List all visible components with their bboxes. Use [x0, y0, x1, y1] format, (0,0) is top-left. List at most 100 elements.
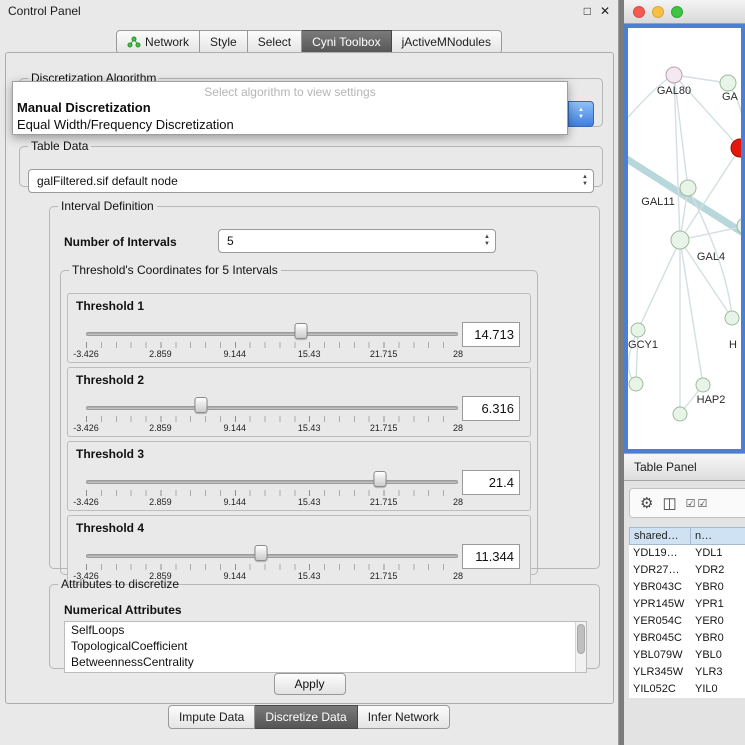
table-cell: YLR3 [691, 664, 745, 681]
tab-cyni-toolbox[interactable]: Cyni Toolbox [302, 30, 391, 54]
threshold-3-label: Threshold 3 [76, 447, 144, 461]
table-row[interactable]: YDR27…YDR2 [629, 562, 745, 579]
table-row[interactable]: YBL079WYBL0 [629, 647, 745, 664]
scrollbar-thumb[interactable] [577, 624, 585, 654]
tab-discretize-data[interactable]: Discretize Data [255, 705, 357, 729]
list-item[interactable]: TopologicalCoefficient [65, 638, 586, 654]
tab-jactivemnodules[interactable]: jActiveMNodules [392, 30, 502, 54]
apply-button[interactable]: Apply [273, 673, 345, 695]
threshold-1-value-field[interactable]: 14.713 [462, 322, 520, 347]
threshold-4-label: Threshold 4 [76, 521, 144, 535]
node-h[interactable] [725, 311, 739, 325]
slider-ticks [86, 342, 458, 348]
table-row[interactable]: YBR043CYBR0 [629, 579, 745, 596]
close-icon[interactable]: ✕ [600, 4, 610, 18]
node-gal80[interactable] [666, 67, 682, 83]
table-data-combo-value: galFiltered.sif default node [37, 170, 178, 192]
number-of-intervals-label: Number of Intervals [64, 235, 177, 249]
node-gal11[interactable] [680, 180, 696, 196]
minimize-button[interactable] [652, 6, 664, 18]
slider-track [86, 332, 458, 336]
threshold-2-slider[interactable]: -3.426 2.859 9.144 15.43 21.715 28 [86, 394, 458, 434]
table-cell: YER0 [691, 613, 745, 630]
table-row[interactable]: YER054CYER0 [629, 613, 745, 630]
number-of-intervals-combo[interactable]: 5 ▲ ▼ [218, 229, 496, 253]
dropdown-option-manual-discretization[interactable]: Manual Discretization [13, 99, 567, 116]
network-window: GAL80 GA GAL11 GAL4 GCY1 HAP2 H [624, 0, 745, 453]
table-row[interactable]: YDL19…YDL1 [629, 545, 745, 562]
node-label-gcy1: GCY1 [628, 339, 658, 351]
table-row[interactable]: YBR045CYBR0 [629, 630, 745, 647]
tab-impute-data[interactable]: Impute Data [168, 705, 255, 729]
node-hap2[interactable] [696, 378, 710, 392]
tab-style[interactable]: Style [200, 30, 248, 54]
slider-thumb[interactable] [294, 323, 307, 339]
gear-icon[interactable]: ⚙ [640, 494, 653, 512]
columns-icon[interactable]: ◫ [662, 494, 676, 512]
node-label-gal80: GAL80 [657, 85, 691, 97]
table-row[interactable]: YPR145WYPR1 [629, 596, 745, 613]
threshold-2-label: Threshold 2 [76, 373, 144, 387]
node[interactable] [673, 407, 687, 421]
table-row[interactable]: YLR345WYLR3 [629, 664, 745, 681]
table-cell: YBL0 [691, 647, 745, 664]
column-header-shared-name[interactable]: shared… [629, 527, 691, 545]
cyni-toolbox-panel: Discretization Algorithm ▲ ▼ Select algo… [5, 52, 614, 704]
threshold-3-value-field[interactable]: 21.4 [462, 470, 520, 495]
slider-ticks [86, 490, 458, 496]
slider-tick-labels: -3.426 2.859 9.144 15.43 21.715 28 [86, 349, 458, 359]
node-selected-red[interactable] [731, 139, 741, 157]
thresholds-group: Threshold's Coordinates for 5 Intervals … [60, 263, 538, 575]
table-data-group-title: Table Data [28, 139, 91, 153]
node[interactable] [629, 377, 643, 391]
slider-track [86, 554, 458, 558]
node-gal4[interactable] [671, 231, 689, 249]
dropdown-option-equal-width-frequency[interactable]: Equal Width/Frequency Discretization [13, 116, 567, 133]
threshold-4-slider[interactable]: -3.426 2.859 9.144 15.43 21.715 28 [86, 542, 458, 582]
threshold-1-panel: Threshold 1 -3.426 2.859 9.144 15.43 21.… [67, 293, 531, 363]
threshold-4-value-field[interactable]: 11.344 [462, 544, 520, 569]
table-cell: YDR2 [691, 562, 745, 579]
threshold-3-slider[interactable]: -3.426 2.859 9.144 15.43 21.715 28 [86, 468, 458, 508]
table-toolbar: ⚙ ◫ ☑☑ [629, 488, 745, 518]
tab-select[interactable]: Select [248, 30, 302, 54]
float-window-icon[interactable]: □ [584, 4, 591, 18]
tab-network[interactable]: Network [116, 30, 200, 54]
numerical-attributes-list[interactable]: SelfLoops TopologicalCoefficient Between… [64, 621, 587, 673]
list-item[interactable]: SelfLoops [65, 622, 586, 638]
column-header-name[interactable]: n… [691, 527, 745, 545]
threshold-2-panel: Threshold 2 -3.426 2.859 9.144 15.43 21.… [67, 367, 531, 437]
table-row[interactable]: YIL052CYIL0 [629, 681, 745, 698]
table-cell: YDL19… [629, 545, 691, 562]
table-cell: YBR045C [629, 630, 691, 647]
dropdown-placeholder: Select algorithm to view settings [13, 82, 567, 99]
control-panel: Control Panel □ ✕ Network Style Select C… [0, 0, 619, 745]
node-label-h: H [729, 339, 737, 351]
select-columns-icon[interactable]: ☑☑ [686, 497, 710, 510]
threshold-2-value-field[interactable]: 6.316 [462, 396, 520, 421]
attributes-group: Attributes to discretize Numerical Attri… [49, 577, 600, 669]
zoom-button[interactable] [671, 6, 683, 18]
list-item[interactable]: BetweennessCentrality [65, 654, 586, 670]
slider-thumb[interactable] [195, 397, 208, 413]
panel-title: Control Panel [8, 4, 81, 18]
close-button[interactable] [633, 6, 645, 18]
tab-network-label: Network [145, 35, 189, 49]
slider-thumb[interactable] [373, 471, 386, 487]
network-canvas[interactable]: GAL80 GA GAL11 GAL4 GCY1 HAP2 H [624, 24, 745, 453]
interval-definition-group: Interval Definition Number of Intervals … [49, 199, 600, 569]
slider-tick-labels: -3.426 2.859 9.144 15.43 21.715 28 [86, 423, 458, 433]
top-tab-bar: Network Style Select Cyni Toolbox jActiv… [0, 30, 618, 54]
node-ga[interactable] [720, 75, 736, 91]
tab-infer-network[interactable]: Infer Network [358, 705, 450, 729]
table-panel-title: Table Panel [634, 460, 697, 474]
node-gcy1[interactable] [631, 323, 645, 337]
threshold-1-slider[interactable]: -3.426 2.859 9.144 15.43 21.715 28 [86, 320, 458, 360]
combo-stepper-icon[interactable]: ▲ ▼ [568, 101, 594, 127]
scrollbar[interactable] [575, 622, 586, 672]
slider-thumb[interactable] [254, 545, 267, 561]
table-cell: YIL0 [691, 681, 745, 698]
node-table: shared… n… YDL19…YDL1 YDR27…YDR2 YBR043C… [629, 527, 745, 745]
table-data-combo[interactable]: galFiltered.sif default node ▲ ▼ [28, 169, 594, 193]
network-window-titlebar [624, 0, 745, 24]
